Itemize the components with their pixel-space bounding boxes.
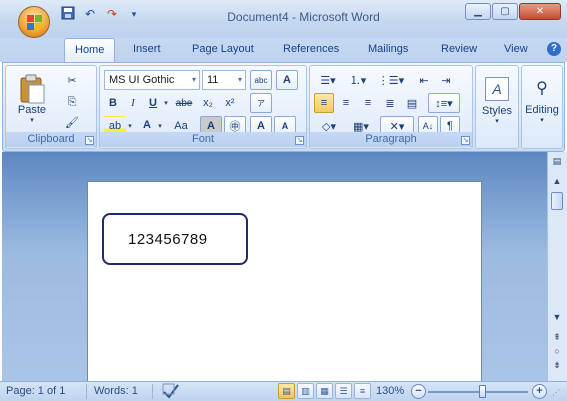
line-spacing-button[interactable]: ↕≡▾ [428,93,460,113]
increase-indent-button[interactable]: ⇥ [436,70,456,90]
decrease-indent-button[interactable]: ⇤ [414,70,434,90]
font-group-label: Font [100,132,306,147]
scroll-thumb[interactable] [551,192,563,210]
multilevel-list-button[interactable]: ⋮☰▾ [374,70,408,90]
minimize-button[interactable]: ▁ [465,3,491,20]
editing-button[interactable]: ⚲ Editing ▾ [523,70,561,132]
align-left-button[interactable]: ≡ [314,93,334,113]
chevron-down-icon: ▾ [191,75,196,84]
outline-view-button[interactable]: ☰ [335,383,352,399]
styles-icon: A [485,77,509,101]
office-logo-icon [27,15,42,30]
underline-dropdown-icon[interactable]: ▾ [162,93,170,113]
page-count[interactable]: Page: 1 of 1 [6,385,65,397]
italic-button[interactable]: I [124,93,142,113]
strikethrough-button[interactable]: abe [172,93,196,113]
document-page[interactable]: 123456789 [87,181,482,391]
close-button[interactable]: ✕ [519,3,561,20]
text-box-content[interactable]: 123456789 [128,231,208,248]
styles-button[interactable]: A Styles ▾ [478,70,516,132]
tab-insert[interactable]: Insert [133,43,161,55]
ruler-toggle-icon[interactable]: ▤ [550,156,564,167]
bold-button[interactable]: B [104,93,122,113]
chevron-down-icon: ▾ [495,118,499,125]
styles-label: Styles [482,105,512,117]
proofing-icon[interactable] [162,383,180,401]
ribbon-tabs: Home Insert Page Layout References Maili… [0,38,567,62]
status-divider [86,384,87,399]
superscript-button[interactable]: x² [220,93,240,113]
zoom-in-button[interactable]: + [532,384,547,399]
format-painter-icon[interactable]: 🖌 [62,112,82,132]
view-buttons: ▤ ▥ ▦ ☰ ≡ [278,383,371,399]
phonetic-guide-button[interactable]: ア [250,93,272,113]
clipboard-group: Paste ▾ ✂ ⎘ 🖌 Clipboard ↘ [5,65,97,149]
font-name-value: MS UI Gothic [109,74,175,86]
font-name-combo[interactable]: MS UI Gothic ▾ [104,70,200,90]
numbering-button[interactable]: ⒈▾ [344,70,372,90]
clipboard-group-label: Clipboard [6,132,96,147]
paste-icon [20,74,45,104]
editing-label: Editing [525,104,559,116]
paragraph-group: ☰▾ ⒈▾ ⋮☰▾ ⇤ ⇥ ≡ ≡ ≡ ≣ ▤ ↕≡▾ ◇▾ ▦▾ ✕▾ A↓ … [309,65,473,149]
help-icon[interactable]: ? [547,42,561,56]
font-size-combo[interactable]: 11 ▾ [202,70,246,90]
copy-icon[interactable]: ⎘ [62,92,82,112]
font-group: MS UI Gothic ▾ 11 ▾ abc A B I U ▾ abe x₂… [99,65,307,149]
ribbon: Paste ▾ ✂ ⎘ 🖌 Clipboard ↘ MS UI Gothic ▾… [2,62,565,152]
document-workspace: 123456789 [2,152,547,391]
font-size-value: 11 [207,74,219,86]
zoom-slider-track[interactable] [428,391,528,393]
cut-icon[interactable]: ✂ [62,70,82,90]
clear-format-button[interactable]: abc [250,70,272,90]
align-right-button[interactable]: ≡ [358,93,378,113]
text-box[interactable]: 123456789 [102,213,248,265]
scroll-up-arrow[interactable]: ▲ [550,176,564,186]
styles-group: A Styles ▾ [475,65,519,149]
tab-review[interactable]: Review [441,43,477,55]
select-browse-object-icon[interactable]: ○ [550,346,564,356]
align-center-button[interactable]: ≡ [336,93,356,113]
resize-grip-icon[interactable]: ⋰ [552,388,560,397]
paste-label: Paste [17,104,47,116]
tab-page-layout[interactable]: Page Layout [192,43,254,55]
zoom-slider-thumb[interactable] [479,385,486,398]
print-layout-view-button[interactable]: ▤ [278,383,295,399]
status-bar: Page: 1 of 1 Words: 1 ▤ ▥ ▦ ☰ ≡ 130% − +… [0,381,567,401]
previous-page-icon[interactable]: ⇞ [550,332,564,343]
clipboard-launcher-icon[interactable]: ↘ [85,136,94,145]
paragraph-group-label: Paragraph [310,132,472,147]
zoom-out-button[interactable]: − [411,384,426,399]
status-divider [152,384,153,399]
web-layout-view-button[interactable]: ▦ [316,383,333,399]
vertical-scrollbar[interactable]: ▤ ▲ ▼ ⇞ ○ ⇟ [547,152,567,381]
justify-button[interactable]: ≣ [380,93,400,113]
binoculars-icon: ⚲ [536,80,548,97]
title-bar: ↶ ↷ ▾ Document4 - Microsoft Word ▁ ▢ ✕ [0,0,567,38]
paste-button[interactable]: Paste ▾ [10,68,54,130]
underline-button[interactable]: U [144,93,162,113]
next-page-icon[interactable]: ⇟ [550,360,564,371]
chevron-down-icon: ▾ [540,117,544,124]
tab-references[interactable]: References [283,43,339,55]
zoom-level[interactable]: 130% [376,385,404,397]
char-border-button[interactable]: A [276,70,298,90]
word-count[interactable]: Words: 1 [94,385,138,397]
tab-home[interactable]: Home [64,38,116,62]
office-button[interactable] [18,6,50,38]
font-launcher-icon[interactable]: ↘ [295,136,304,145]
full-screen-reading-view-button[interactable]: ▥ [297,383,314,399]
paragraph-launcher-icon[interactable]: ↘ [461,136,470,145]
distributed-button[interactable]: ▤ [402,93,422,113]
paste-dropdown-icon: ▾ [30,117,34,124]
editing-group: ⚲ Editing ▾ [521,65,563,149]
chevron-down-icon: ▾ [237,75,242,84]
tab-view[interactable]: View [504,43,528,55]
draft-view-button[interactable]: ≡ [354,383,371,399]
tab-mailings[interactable]: Mailings [368,43,408,55]
maximize-button[interactable]: ▢ [492,3,518,20]
bullets-button[interactable]: ☰▾ [314,70,342,90]
scroll-down-arrow[interactable]: ▼ [550,312,564,322]
subscript-button[interactable]: x₂ [198,93,218,113]
